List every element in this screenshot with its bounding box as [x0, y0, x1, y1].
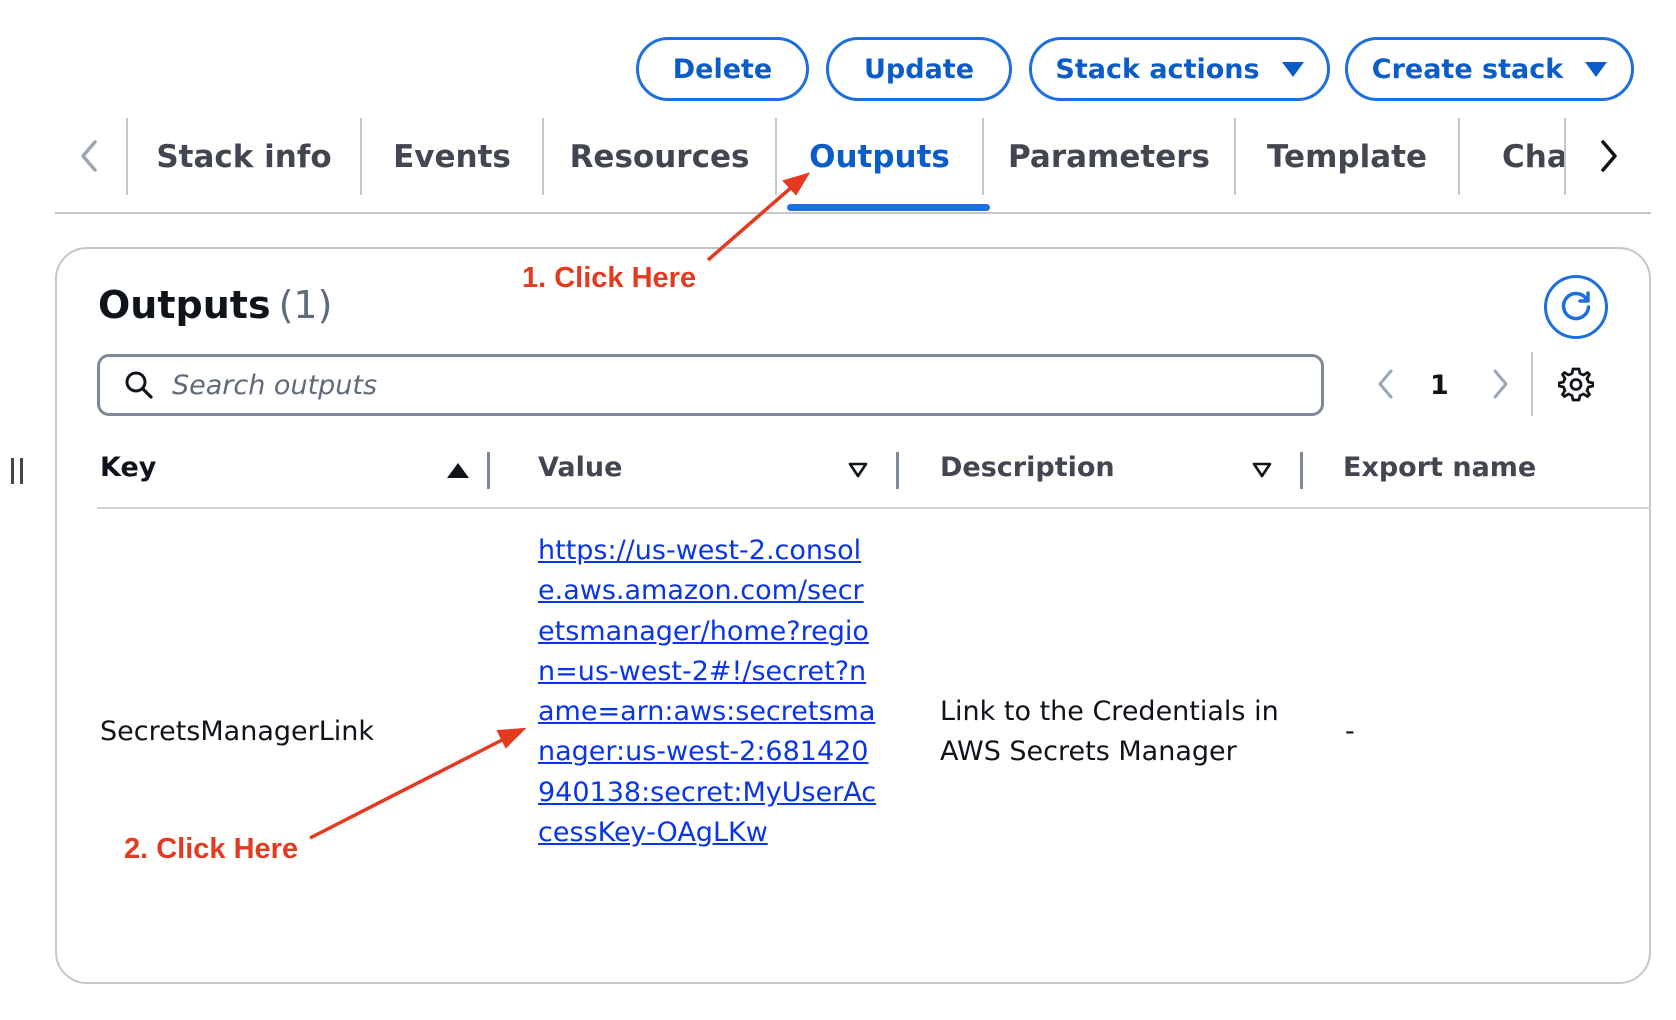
annotation-step-2: 2. Click Here	[124, 833, 299, 865]
annotation-step-1: 1. Click Here	[522, 262, 697, 294]
annotation-arrow-2	[309, 736, 507, 840]
annotation-arrows	[309, 172, 811, 840]
annotation-arrowhead-2	[496, 727, 527, 749]
annotation-arrow-1	[706, 184, 795, 262]
